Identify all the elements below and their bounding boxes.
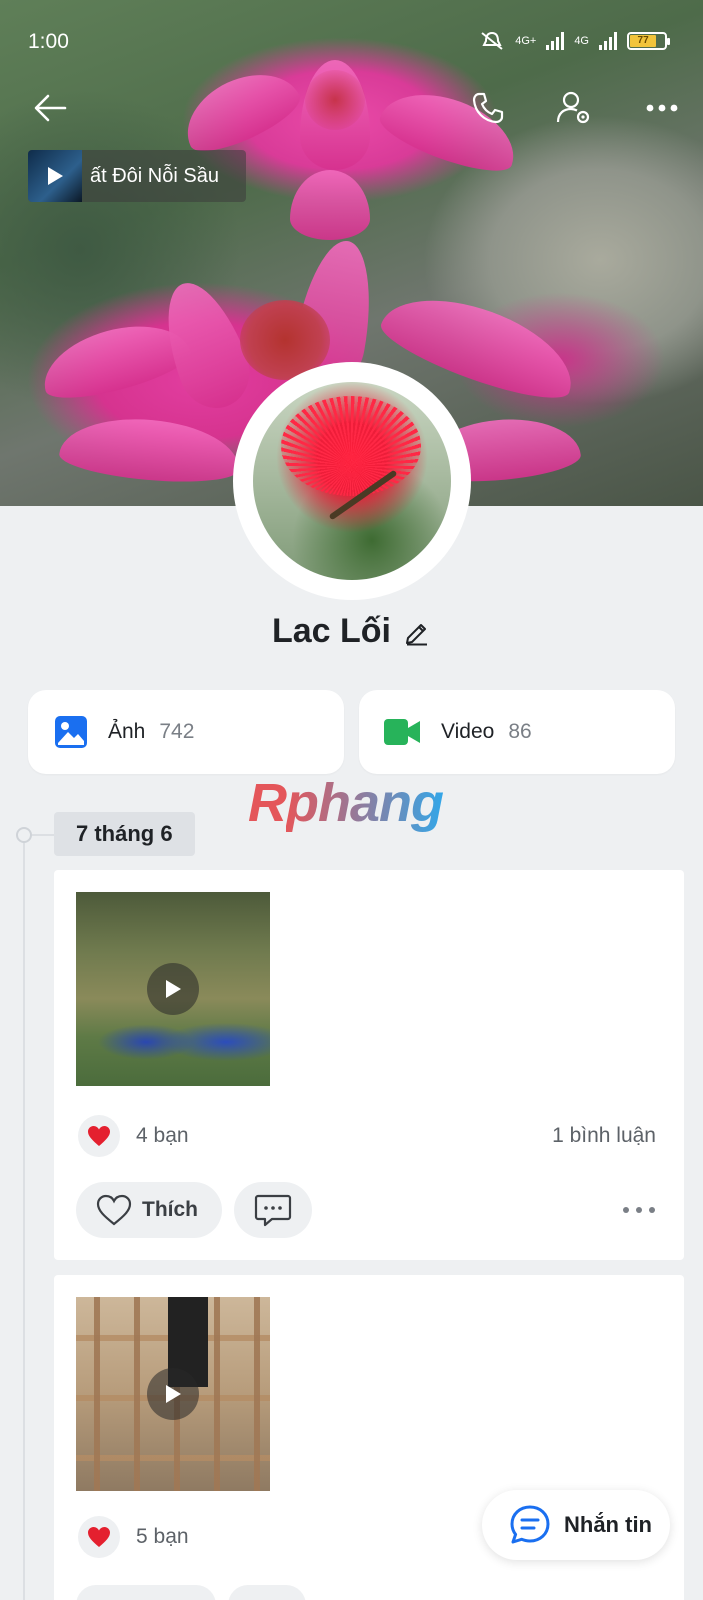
timeline-tick [32, 834, 54, 836]
videos-label: Video [441, 720, 495, 743]
status-time: 1:00 [28, 30, 69, 53]
play-icon[interactable] [147, 1368, 199, 1420]
status-bar: 1:00 4G+ 4G 77 [0, 0, 703, 90]
video-thumbnail[interactable] [76, 892, 270, 1086]
timeline-dot [16, 827, 32, 843]
videos-card[interactable]: Video 86 [359, 690, 675, 774]
photo-icon [55, 716, 87, 748]
reaction-count[interactable]: 4 bạn [136, 1124, 189, 1148]
like-label: Thích [142, 1198, 198, 1221]
signal-icon [599, 32, 617, 50]
like-button[interactable]: Thích [76, 1182, 222, 1238]
comment-count[interactable]: 1 bình luận [552, 1124, 656, 1148]
mute-bell-icon [481, 31, 503, 50]
videos-count: 86 [508, 720, 532, 743]
comment-icon [254, 1194, 292, 1227]
avatar-flower [281, 396, 421, 496]
video-thumbnail[interactable] [76, 1297, 270, 1491]
phone-icon[interactable] [466, 86, 510, 130]
music-title: ất Đôi Nỗi Sầu [90, 164, 219, 187]
music-thumbnail [28, 150, 82, 202]
network-label-1: 4G+ [515, 35, 537, 47]
heart-outline-icon [96, 1194, 132, 1226]
watermark-logo: Rphang [248, 772, 444, 834]
profile-music-chip[interactable]: ất Đôi Nỗi Sầu [28, 150, 246, 202]
profile-name: Lac Lối [271, 612, 392, 650]
header-bar [0, 86, 703, 134]
timeline-post: 4 bạn 1 bình luận Thích [54, 870, 684, 1260]
photos-count: 742 [159, 720, 195, 743]
watermark-first: R [248, 773, 287, 833]
arrow-left-icon[interactable] [28, 86, 72, 130]
reaction-row: 4 bạn 1 bình luận [78, 1114, 656, 1158]
status-icons: 4G+ 4G 77 [479, 30, 670, 52]
more-horizontal-icon[interactable] [640, 86, 684, 130]
flower-petal [57, 412, 243, 488]
network-label-2: 4G [574, 35, 589, 47]
timeline-line [23, 836, 25, 1600]
comment-button[interactable] [234, 1182, 312, 1238]
comment-button[interactable] [228, 1585, 306, 1600]
flower-petal [290, 170, 370, 240]
chat-bubble-icon [510, 1505, 550, 1544]
photos-label: Ảnh [108, 720, 146, 743]
message-button[interactable]: Nhắn tin [482, 1490, 670, 1560]
action-row: Thích [76, 1182, 656, 1238]
edit-pencil-icon[interactable] [403, 618, 431, 646]
video-camera-icon [384, 719, 420, 745]
heart-icon[interactable] [78, 1115, 120, 1157]
avatar[interactable] [253, 382, 451, 580]
like-button[interactable] [76, 1585, 216, 1600]
battery-icon: 77 [627, 32, 670, 50]
profile-name-row: Lac Lối [0, 612, 703, 651]
signal-icon [546, 32, 565, 50]
timeline-date: 7 tháng 6 [54, 812, 195, 856]
heart-icon[interactable] [78, 1516, 120, 1558]
user-settings-icon[interactable] [552, 86, 596, 130]
play-icon[interactable] [147, 963, 199, 1015]
post-more-icon[interactable] [622, 1206, 656, 1214]
play-icon [48, 167, 63, 185]
reaction-count[interactable]: 5 bạn [136, 1525, 189, 1549]
watermark-rest: phang [286, 773, 444, 833]
message-label: Nhắn tin [564, 1512, 652, 1537]
photos-card[interactable]: Ảnh 742 [28, 690, 344, 774]
